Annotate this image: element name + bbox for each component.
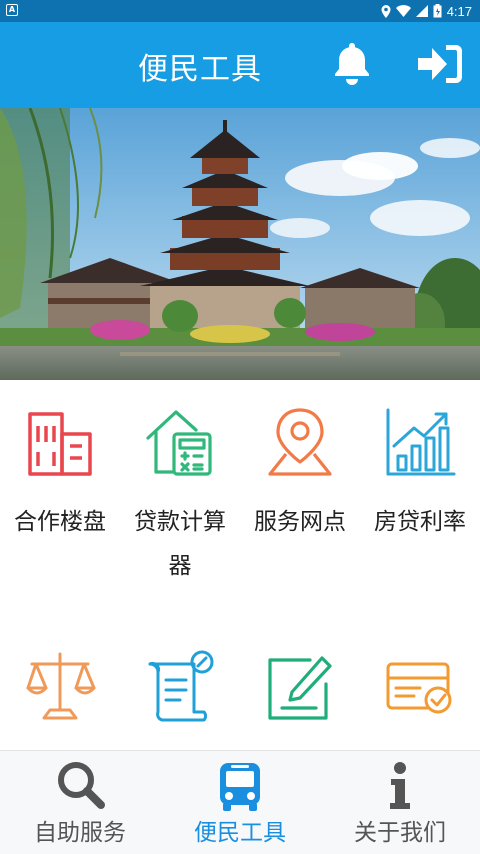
app-bar: 便民工具	[0, 22, 480, 108]
card-check-icon	[386, 662, 452, 714]
tool-label: 服务网点	[254, 509, 346, 535]
sign-in-icon	[418, 45, 462, 83]
tool-mortgage-rate[interactable]: 房贷利率	[360, 380, 480, 620]
tool-scroll[interactable]	[120, 620, 240, 750]
house-calculator-icon	[146, 410, 212, 476]
notification-button[interactable]	[330, 40, 374, 86]
search-icon	[58, 762, 105, 809]
bus-icon	[220, 763, 260, 811]
nav-convenience-tools[interactable]: 便民工具	[160, 751, 320, 854]
pagoda-scenery-photo	[0, 108, 480, 380]
nav-self-service[interactable]: 自助服务	[0, 751, 160, 854]
nav-label: 关于我们	[354, 820, 446, 846]
tools-grid: 合作楼盘 贷款计算器 服务网点 房贷利率	[0, 380, 480, 750]
tool-legal[interactable]	[0, 620, 120, 750]
battery-icon	[433, 4, 442, 18]
tool-card[interactable]	[360, 620, 480, 750]
wifi-icon	[395, 5, 411, 17]
building-icon	[28, 412, 92, 476]
location-pin-icon	[268, 408, 332, 476]
status-icons: 4:17	[381, 2, 472, 20]
edit-document-icon	[268, 656, 332, 720]
login-button[interactable]	[416, 42, 464, 86]
tool-label: 贷款计算器	[134, 509, 226, 579]
signal-icon	[415, 5, 428, 17]
tool-service-outlets[interactable]: 服务网点	[240, 380, 360, 620]
scales-icon	[26, 652, 96, 720]
banner-image[interactable]	[0, 108, 480, 380]
notification-a-icon: A	[6, 4, 18, 16]
bar-chart-trend-icon	[386, 408, 456, 476]
bottom-nav: 自助服务 便民工具 关于我们	[0, 750, 480, 854]
nav-label: 自助服务	[34, 820, 126, 846]
tool-label: 房贷利率	[374, 509, 466, 535]
location-icon	[381, 4, 391, 18]
status-bar: A 4:17	[0, 0, 480, 22]
tool-edit[interactable]	[240, 620, 360, 750]
scroll-document-icon	[148, 650, 214, 722]
bell-icon	[335, 43, 369, 85]
tool-cooperative-properties[interactable]: 合作楼盘	[0, 380, 120, 620]
nav-about-us[interactable]: 关于我们	[320, 751, 480, 854]
info-icon	[390, 762, 410, 809]
nav-label: 便民工具	[194, 820, 286, 846]
tool-label: 合作楼盘	[14, 509, 106, 535]
clock: 4:17	[446, 3, 472, 19]
tool-loan-calculator[interactable]: 贷款计算器	[120, 380, 240, 620]
